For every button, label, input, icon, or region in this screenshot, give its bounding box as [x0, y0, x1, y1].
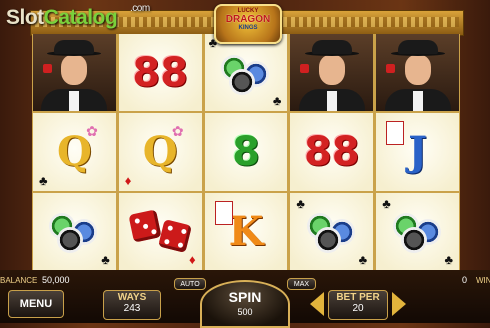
face: [404, 55, 431, 85]
face: [318, 55, 345, 85]
symbol-q: Q ✿ ♦: [118, 113, 202, 191]
flower-icon: ✿: [86, 123, 98, 140]
dice-icon: [128, 209, 193, 254]
symbol-88-red: 88: [118, 34, 202, 112]
win-label: WIN: [476, 276, 490, 285]
bet-per-value: 20: [352, 303, 364, 314]
club-icon: ♣: [296, 195, 305, 211]
bet-per-label: BET PER: [336, 292, 380, 303]
face: [61, 55, 88, 85]
black-chip: [228, 68, 255, 95]
reels-grid: Q ✿ ♣ ♣ 88 Q ✿ ♦ ♦ ♣ ♣ 8 K 88 ♣ ♣ J ♣ ♣: [32, 34, 460, 270]
red-chip-icon: [43, 64, 52, 73]
symbol-man-with-hat: [376, 34, 459, 112]
red-88: 88: [303, 128, 360, 175]
club-icon: ♣: [382, 195, 391, 211]
bet-decrease-arrow-icon[interactable]: [310, 292, 324, 316]
symbol-dice: ♦: [118, 192, 202, 270]
red-chip-icon: [300, 64, 310, 73]
shirt: [69, 91, 80, 112]
reel-2: 88 Q ✿ ♦ ♦: [118, 34, 202, 270]
symbol-8-green: 8: [204, 113, 288, 191]
symbol-chips: ♣ ♣: [376, 192, 459, 270]
symbol-chips: ♣ ♣: [204, 34, 288, 112]
watermark-slot: Slot: [6, 6, 44, 29]
club-icon: ♣: [358, 251, 368, 267]
card-icon: [386, 121, 405, 146]
reel-1: Q ✿ ♣ ♣: [33, 34, 116, 270]
chips-icon: [219, 51, 273, 95]
ways-label: WAYS: [117, 292, 147, 303]
ways-value: 243: [123, 303, 141, 314]
hat-icon: [311, 40, 352, 54]
max-bet-button[interactable]: MAX: [287, 278, 316, 290]
hat-icon: [397, 40, 438, 54]
flower-icon: ✿: [171, 123, 184, 140]
black-chip: [314, 227, 341, 254]
balance-label: BALANCE: [0, 276, 38, 285]
reel-5: J ♣ ♣: [376, 34, 459, 270]
spin-bet-value: 500: [237, 307, 253, 317]
watermark-com: .com: [130, 3, 150, 14]
diamond-icon: ♦: [124, 172, 132, 188]
symbol-q: Q ✿ ♣: [33, 113, 116, 191]
symbol-chips: ♣: [33, 192, 116, 270]
symbol-k: K: [204, 192, 288, 270]
club-icon: ♣: [272, 93, 282, 109]
symbol-j: J: [376, 113, 459, 191]
chips-icon: [391, 209, 445, 254]
symbol-chips: ♣ ♣: [290, 192, 374, 270]
symbol-man-with-hat: [290, 34, 374, 112]
club-icon: ♣: [444, 251, 453, 267]
diamond-icon: ♦: [188, 251, 196, 267]
game-logo: LUCKY DRAGON KINGS: [214, 4, 282, 44]
menu-button[interactable]: MENU: [8, 290, 64, 318]
balance-value: 50,000: [42, 275, 70, 285]
j-letter: J: [408, 128, 428, 176]
bet-per-display[interactable]: BET PER 20: [328, 290, 388, 320]
logo-line-2: DRAGON: [225, 14, 271, 25]
win-value: 0: [462, 275, 468, 285]
red-chip-icon: [386, 64, 396, 73]
symbol-88-red: 88: [290, 113, 374, 191]
die: [128, 209, 162, 243]
die: [158, 219, 193, 254]
black-chip: [400, 227, 427, 254]
red-88: 88: [132, 49, 189, 96]
reel-4: 88 ♣ ♣: [290, 34, 374, 270]
watermark-catalog: Catalog: [43, 6, 118, 29]
spin-button[interactable]: SPIN 500: [200, 280, 290, 328]
slotcatalog-watermark: SlotCatalog .com: [6, 3, 150, 30]
chips-icon: [47, 209, 101, 254]
spin-label: SPIN: [228, 289, 262, 305]
k-letter: K: [228, 207, 264, 255]
shirt: [326, 91, 337, 112]
ways-display[interactable]: WAYS 243: [103, 290, 161, 320]
club-icon: ♣: [39, 172, 48, 188]
symbol-man-with-hat: [33, 34, 116, 112]
chips-icon: [305, 209, 359, 254]
reel-3: ♣ ♣ 8 K: [204, 34, 288, 270]
green-8: 8: [232, 128, 260, 175]
bet-increase-arrow-icon[interactable]: [392, 292, 406, 316]
card-icon: [214, 200, 233, 225]
black-chip: [57, 227, 84, 254]
hat-icon: [54, 40, 95, 54]
logo-line-3: KINGS: [238, 25, 258, 31]
shirt: [412, 91, 423, 112]
club-icon: ♣: [101, 251, 110, 267]
